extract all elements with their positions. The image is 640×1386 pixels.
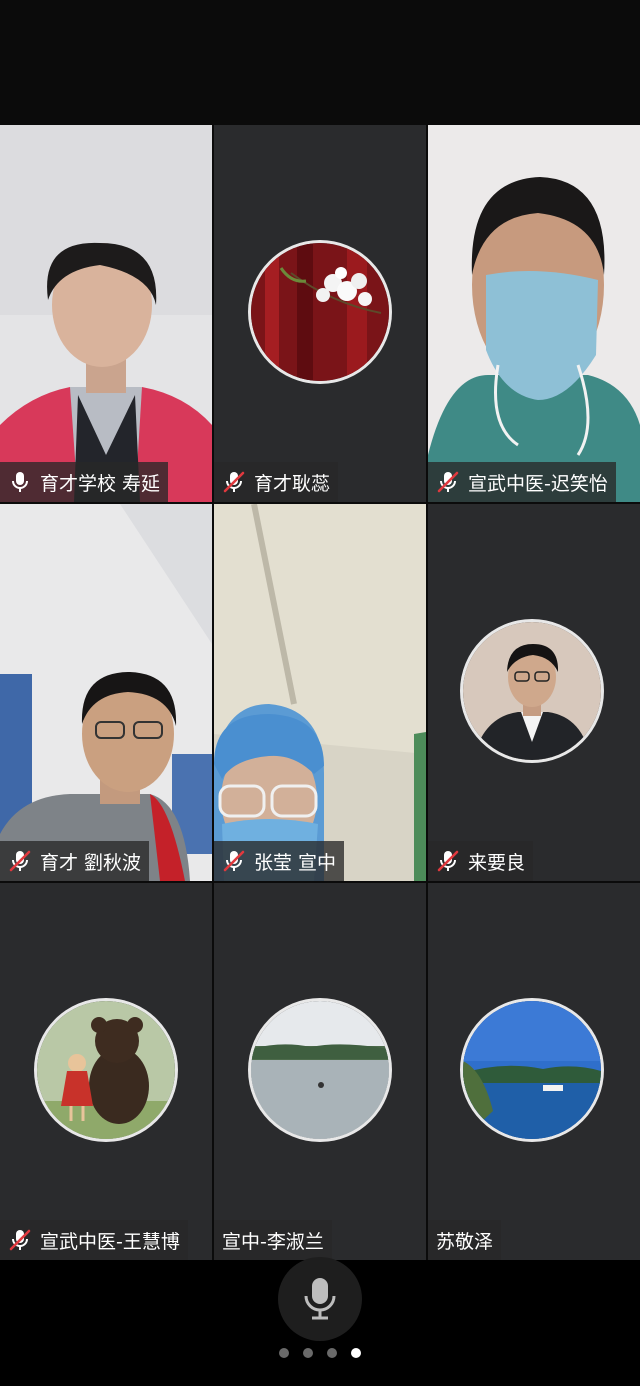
participant-name: 来要良 [468, 851, 526, 874]
participant-name: 宣武中医-迟笑怡 [468, 472, 608, 495]
participant-video [0, 504, 212, 881]
participant-name: 育才学校 寿延 [40, 472, 161, 495]
participant-name-label: 苏敬泽 [428, 1220, 502, 1260]
microphone-icon [8, 470, 32, 494]
participant-tile[interactable]: 宣武中医-王慧博 [0, 883, 212, 1260]
page-dot[interactable] [279, 1348, 289, 1358]
participant-name: 育才 劉秋波 [40, 851, 142, 874]
participant-tile[interactable]: 育才学校 寿延 [0, 125, 212, 502]
avatar [251, 1001, 389, 1139]
participant-tile[interactable]: 张莹 宣中 [214, 504, 426, 881]
participant-name-label: 育才耿蕊 [214, 462, 339, 502]
participant-name: 宣中-李淑兰 [222, 1230, 324, 1253]
participant-tile[interactable]: 宣武中医-迟笑怡 [428, 125, 640, 502]
participant-tile[interactable]: 苏敬泽 [428, 883, 640, 1260]
participant-name-label: 宣武中医-迟笑怡 [428, 462, 616, 502]
participant-name: 苏敬泽 [436, 1230, 494, 1253]
microphone-muted-icon [8, 849, 32, 873]
avatar [37, 1001, 175, 1139]
participant-tile[interactable]: 来要良 [428, 504, 640, 881]
page-dot-active[interactable] [351, 1348, 361, 1358]
page-indicator [0, 1348, 640, 1358]
microphone-icon [304, 1278, 336, 1320]
participant-name: 育才耿蕊 [254, 472, 331, 495]
page-dot[interactable] [327, 1348, 337, 1358]
avatar [463, 1001, 601, 1139]
participant-video [428, 125, 640, 502]
participant-name-label: 育才 劉秋波 [0, 841, 150, 881]
microphone-button[interactable] [278, 1257, 362, 1341]
page-dot[interactable] [303, 1348, 313, 1358]
participant-name: 宣武中医-王慧博 [40, 1230, 180, 1253]
avatar [251, 243, 389, 381]
participant-name-label: 宣中-李淑兰 [214, 1220, 332, 1260]
participant-name-label: 来要良 [428, 841, 534, 881]
microphone-muted-icon [436, 470, 460, 494]
microphone-muted-icon [222, 470, 246, 494]
participant-name-label: 育才学校 寿延 [0, 462, 169, 502]
participant-video [0, 125, 212, 502]
participant-grid: 育才学校 寿延 育才耿蕊 宣武中医-迟笑怡 育才 劉秋波 张莹 宣中 来要良 宣… [0, 125, 640, 1260]
participant-name: 张莹 宣中 [254, 851, 337, 874]
participant-tile[interactable]: 育才 劉秋波 [0, 504, 212, 881]
microphone-muted-icon [222, 849, 246, 873]
microphone-muted-icon [436, 849, 460, 873]
microphone-muted-icon [8, 1228, 32, 1252]
participant-tile[interactable]: 宣中-李淑兰 [214, 883, 426, 1260]
participant-name-label: 宣武中医-王慧博 [0, 1220, 188, 1260]
participant-name-label: 张莹 宣中 [214, 841, 345, 881]
avatar [463, 622, 601, 760]
participant-tile[interactable]: 育才耿蕊 [214, 125, 426, 502]
participant-video [214, 504, 426, 881]
